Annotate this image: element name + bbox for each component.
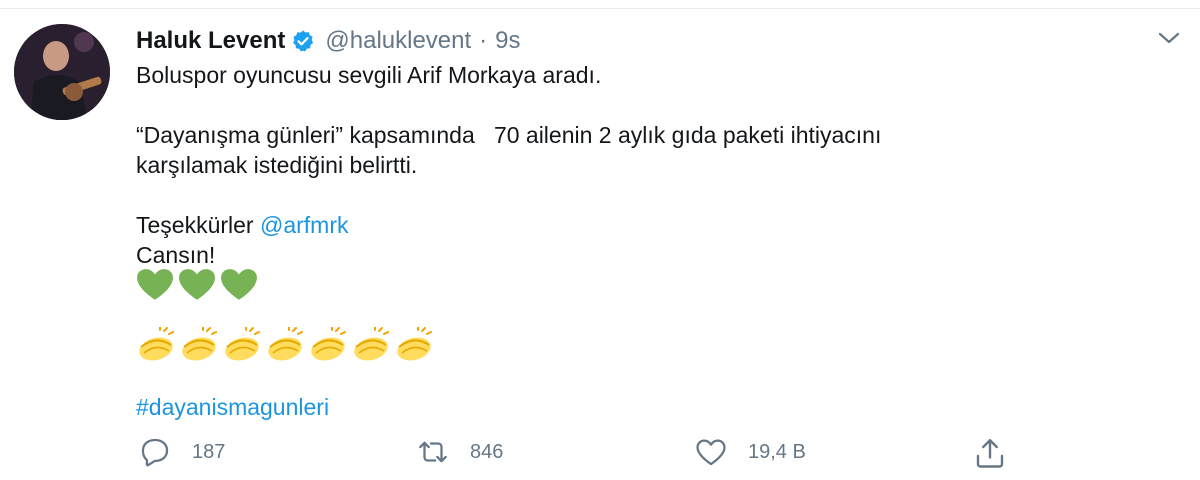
green-hearts-row <box>136 268 262 302</box>
timestamp[interactable]: 9s <box>495 27 520 55</box>
chevron-down-icon[interactable] <box>1154 28 1184 48</box>
hashtag-link[interactable]: #dayanismagunleri <box>136 392 329 422</box>
retweet-button[interactable]: 846 <box>416 435 503 469</box>
clapping-hands-emoji <box>397 327 432 361</box>
green-heart-emoji <box>137 269 173 300</box>
like-count: 19,4 B <box>748 440 806 463</box>
mention-link[interactable]: @arfmrk <box>260 212 349 238</box>
avatar[interactable] <box>14 24 110 120</box>
reply-button[interactable]: 187 <box>138 435 225 469</box>
tweet-text-line-2: “Dayanışma günleri” kapsamında 70 aileni… <box>136 122 882 148</box>
clapping-hands-emoji <box>311 327 346 361</box>
divider <box>0 8 1200 9</box>
reply-count: 187 <box>192 440 226 463</box>
green-heart-emoji <box>179 269 215 300</box>
share-icon[interactable] <box>972 435 1008 471</box>
like-icon <box>696 439 726 466</box>
thanks-text: Teşekkürler <box>136 212 260 238</box>
avatar-photo <box>14 24 110 120</box>
separator-dot: · <box>479 27 488 54</box>
retweet-count: 846 <box>470 440 504 463</box>
clapping-hands-emoji <box>354 327 389 361</box>
tweet-header: Haluk Levent @haluklevent · 9s <box>136 26 521 56</box>
clapping-hands-emoji <box>182 327 217 361</box>
clapping-hands-row <box>136 327 437 363</box>
verified-badge-icon <box>293 30 314 52</box>
retweet-icon <box>419 441 447 463</box>
like-button[interactable]: 19,4 B <box>694 435 806 469</box>
clapping-hands-emoji <box>225 327 260 361</box>
green-heart-emoji <box>221 269 257 300</box>
clapping-hands-emoji <box>268 327 303 361</box>
tweet-text-line-thanks: Teşekkürler @arfmrk <box>136 210 349 240</box>
tweet-text-line-5: Cansın! <box>136 242 216 268</box>
tweet-text-line-1: Boluspor oyuncusu sevgili Arif Morkaya a… <box>136 62 602 88</box>
tweet-card[interactable]: Haluk Levent @haluklevent · 9s Boluspor … <box>0 0 1200 480</box>
tweet-text-line-3: karşılamak istediğini belirtti. <box>136 152 418 178</box>
author-name[interactable]: Haluk Levent <box>136 27 285 55</box>
author-handle[interactable]: @haluklevent <box>325 27 471 55</box>
clapping-hands-emoji <box>139 327 174 361</box>
reply-icon <box>141 438 169 467</box>
